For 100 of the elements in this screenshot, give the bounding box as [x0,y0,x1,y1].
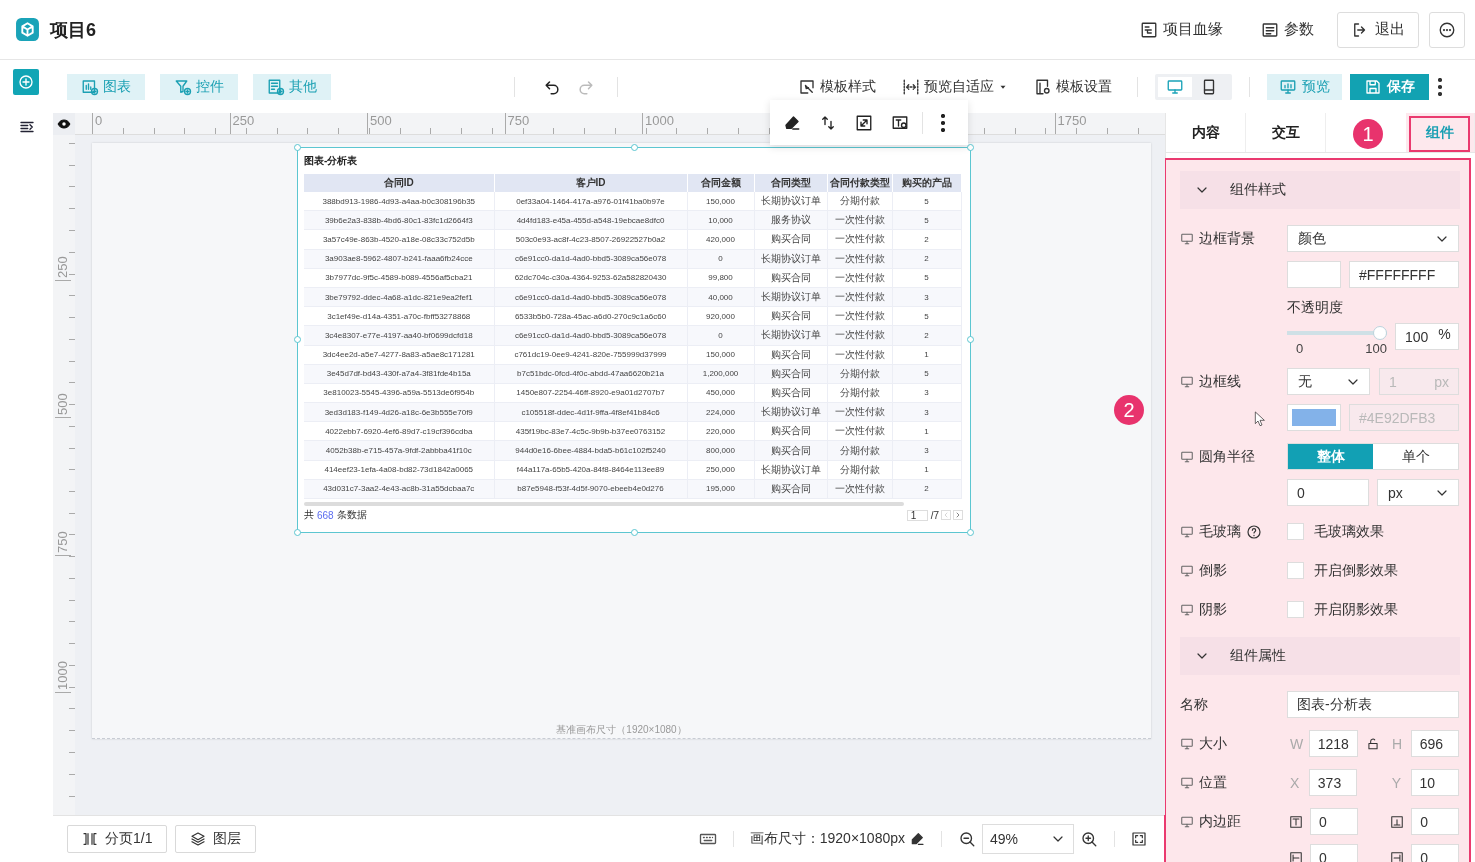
monitor-icon [1180,563,1194,578]
input-field[interactable]: 10 [1410,769,1459,796]
table-cell: 分期付款 [827,383,892,403]
dropdown[interactable]: 无 [1287,368,1370,395]
tab[interactable]: 内容 [1166,113,1246,152]
toolbar-button[interactable]: 预览自适应 [902,77,1008,96]
add-button[interactable] [13,68,39,95]
input-field[interactable]: 373 [1308,769,1358,796]
more-button[interactable] [1429,11,1465,48]
toolbar-button[interactable]: 模板样式 [798,77,876,96]
help-icon[interactable] [1246,523,1262,540]
toolbar-icon-button[interactable] [855,113,873,132]
checkbox[interactable] [1287,601,1304,618]
table-cell: 一次性付款 [827,229,892,250]
highlight-frame [1409,116,1470,152]
slider-thumb[interactable] [1373,326,1387,340]
dropdown[interactable]: 颜色 [1287,225,1459,252]
input-field[interactable]: 0 [1310,808,1358,835]
color-swatch[interactable] [1287,404,1341,431]
zoom-dropdown[interactable]: 49% [982,824,1074,854]
checkbox[interactable] [1287,523,1304,540]
monitor-icon [1180,775,1194,790]
table-cell: 920,000 [687,306,754,326]
page-input[interactable]: 1 [906,509,928,521]
axis-label: X [1289,774,1301,791]
fullscreen-icon[interactable] [1131,831,1147,847]
next-page-button[interactable] [953,510,963,520]
toolbar-icon-button[interactable] [819,113,837,132]
table-cell: 购买合同 [754,345,827,365]
edit-icon[interactable] [909,831,925,847]
header-link[interactable]: 项目血缘 [1140,20,1223,39]
text-gear-icon [891,113,909,132]
zoom-in-icon[interactable] [1080,830,1098,848]
header-link-icon [1261,20,1279,39]
field-label: 圆角半径 [1199,447,1255,466]
resize-handle[interactable] [294,144,301,151]
segment-button[interactable]: 单个 [1373,444,1458,469]
resize-handle[interactable] [967,336,974,343]
padlock-icon[interactable] [1366,736,1381,751]
column-header: 合同类型 [754,174,827,192]
checkbox[interactable] [1287,562,1304,579]
table-cell: 3 [892,383,961,403]
toolbar-icon-button[interactable] [891,113,909,132]
table-cell: 6533b5b0-728a-45ac-a6d0-270c9c1a6c60 [494,306,687,326]
more-button[interactable] [1438,77,1442,96]
table-cell: 220,000 [687,421,754,441]
resize-handle[interactable] [967,529,974,536]
zoom-out-icon[interactable] [958,830,976,848]
checkbox-label: 开启倒影效果 [1314,561,1398,580]
table-cell: 3c1ef49e-d14a-4351-a70c-fbff53278868 [304,306,494,326]
section-header[interactable]: 组件属性 [1180,637,1460,675]
table-cell: c761dc19-0ee9-4241-820e-755999d37999 [494,345,687,365]
table-cell: 2 [892,229,961,250]
section-header[interactable]: 组件样式 [1180,171,1460,209]
input-field[interactable]: 100 % [1395,323,1459,350]
input-field[interactable]: 0 [1411,844,1459,862]
table-cell: 5 [892,192,961,211]
axis-label: Y [1390,774,1403,791]
input-field[interactable]: 图表-分析表 [1287,691,1459,718]
field-label: 不透明度 [1287,299,1343,317]
filter-add-icon [174,77,192,96]
input-field[interactable]: 696 [1410,730,1459,757]
table-cell: 5 [892,268,961,288]
toolbar-button[interactable]: 模板设置 [1034,77,1112,96]
input-field[interactable]: #FFFFFFFF [1349,261,1459,288]
toolbar-icon-button[interactable] [783,113,801,132]
padding-right-icon [1390,850,1405,862]
chart-add-icon [81,77,99,96]
scrollbar[interactable] [304,502,904,506]
resize-handle[interactable] [631,529,638,536]
input-field[interactable]: 0 [1287,479,1369,506]
template-gear-icon [1034,77,1052,96]
more-button[interactable] [941,113,945,132]
ruler-label: 750 [55,530,71,556]
resize-handle[interactable] [631,144,638,151]
table-cell: 长期协议订单 [754,192,827,211]
monitor-icon [1180,524,1194,539]
input-field[interactable]: 1218 [1308,730,1358,757]
tab[interactable]: 交互 [1246,113,1326,152]
header-link[interactable]: 参数 [1261,20,1314,39]
canvas-caption: 基准画布尺寸（1920×1080） [556,723,687,737]
table-cell: 3c4e8307-e77e-4197-aa40-bf0699dcfd18 [304,325,494,345]
color-swatch[interactable] [1287,261,1341,288]
dropdown[interactable]: px [1377,479,1459,506]
field-label: 倒影 [1199,561,1227,580]
layers-button[interactable]: 图层 [175,825,257,853]
ruler-label: 1000 [55,661,71,693]
column-header: 合同付款类型 [827,174,892,192]
table-cell: 3dc4ee2d-a5e7-4277-8a83-a5ae8c171281 [304,345,494,365]
table-cell: 420,000 [687,229,754,250]
input-field[interactable]: 0 [1411,808,1459,835]
table-cell: 503c0e93-ac8f-4c23-8507-26922527b0a2 [494,229,687,250]
total-label: 共 [304,508,314,522]
total-count: 668 [317,509,334,521]
resize-handle[interactable] [294,529,301,536]
resize-handle[interactable] [294,336,301,343]
pages-button[interactable]: 分页1/1 [67,825,168,853]
input-field[interactable]: 0 [1310,844,1358,862]
ruler-label: 0 [92,113,103,134]
exit-button[interactable]: 退出 [1337,11,1419,48]
